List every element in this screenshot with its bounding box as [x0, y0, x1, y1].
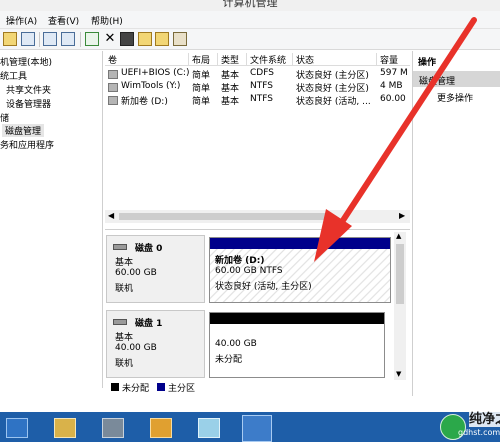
watermark: 纯净之家 gdhst.com	[420, 403, 500, 442]
watermark-brand: 纯净之家	[469, 408, 500, 427]
desktop-icon[interactable]	[6, 418, 28, 438]
red-arrow-annotation	[314, 17, 477, 262]
tools-icon[interactable]	[54, 418, 76, 438]
chip-icon[interactable]	[102, 418, 124, 438]
notepad-icon[interactable]	[198, 418, 220, 438]
arrow-shaft	[335, 17, 477, 231]
watermark-url: gdhst.com	[458, 428, 500, 437]
computer-management-icon[interactable]	[242, 415, 272, 442]
partition-tool-icon[interactable]	[150, 418, 172, 438]
